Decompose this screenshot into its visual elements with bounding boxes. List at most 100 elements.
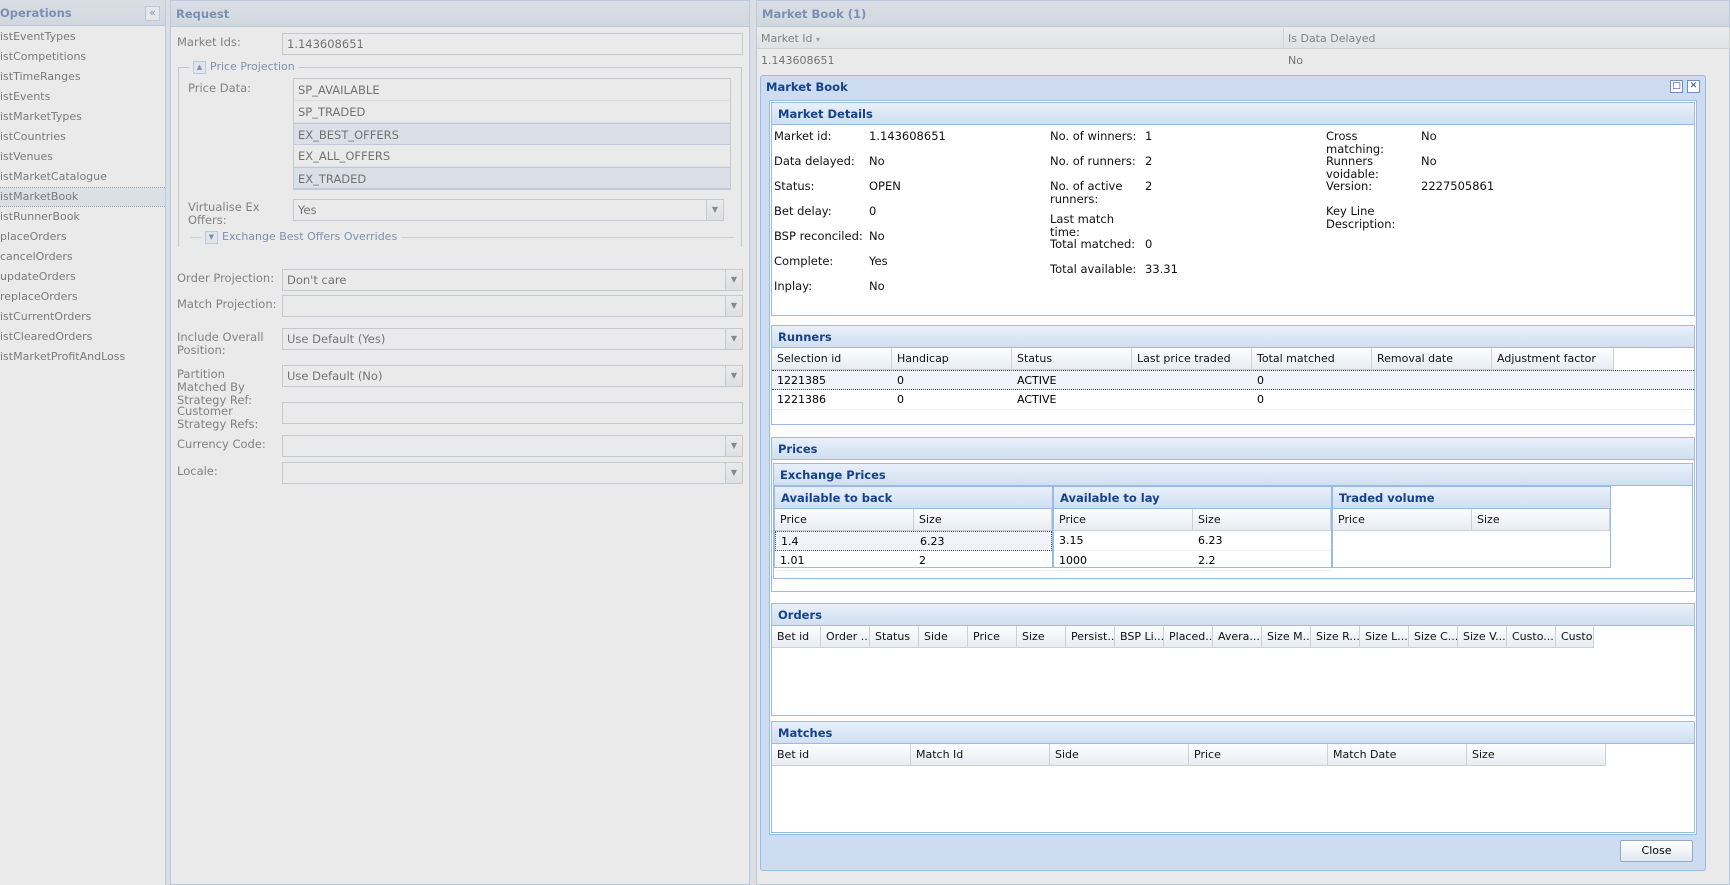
order-projection-combo[interactable]: Don't care ▼ <box>282 269 743 291</box>
currency-combo[interactable]: ▼ <box>282 435 743 457</box>
locale-combo[interactable]: ▼ <box>282 462 743 484</box>
price-projection-legend[interactable]: ▲ Price Projection <box>189 60 299 74</box>
column-header[interactable]: Custo... <box>1556 626 1594 648</box>
column-header[interactable]: Size R... <box>1311 626 1360 648</box>
operation-item[interactable]: cancelOrders <box>0 247 165 267</box>
column-header[interactable]: Match Date <box>1328 744 1467 766</box>
column-header[interactable]: Price <box>775 509 914 531</box>
market-book-row-market-id[interactable]: 1.143608651 <box>757 51 834 71</box>
column-header[interactable]: Handicap <box>892 348 1012 370</box>
column-header[interactable]: Selection id <box>772 348 892 370</box>
price-box-grid: Price Size <box>1333 509 1610 569</box>
column-header[interactable]: Avera... <box>1213 626 1262 648</box>
operation-item[interactable]: istEventTypes <box>0 27 165 47</box>
column-header[interactable]: Size C... <box>1409 626 1458 648</box>
collapse-toggle-icon[interactable]: ▲ <box>193 60 206 74</box>
column-header-market-id[interactable]: Market Id ▾ <box>757 28 1284 49</box>
column-header[interactable]: Price <box>1333 509 1472 531</box>
column-header[interactable]: Price <box>1189 744 1328 766</box>
column-header-is-data-delayed[interactable]: Is Data Delayed <box>1284 28 1730 49</box>
column-header[interactable]: BSP Li... <box>1115 626 1164 648</box>
runner-row[interactable]: 1221385 0 ACTIVE 0 <box>772 370 1694 390</box>
column-header[interactable]: Size <box>1193 509 1331 531</box>
collapse-icon[interactable]: « <box>145 6 160 21</box>
column-header[interactable]: Size <box>914 509 1052 531</box>
partition-combo[interactable]: Use Default (No) ▼ <box>282 365 743 387</box>
column-header[interactable]: Price <box>1054 509 1193 531</box>
price-row[interactable]: 3.15 6.23 <box>1054 531 1331 551</box>
column-header[interactable]: Match Id <box>911 744 1050 766</box>
column-header[interactable]: Adjustment factor <box>1492 348 1614 370</box>
column-header[interactable]: Price <box>968 626 1017 648</box>
column-header[interactable]: Bet id <box>772 626 821 648</box>
operation-item[interactable]: istCompetitions <box>0 47 165 67</box>
column-header[interactable]: Size <box>1467 744 1606 766</box>
column-header[interactable]: Order ... <box>821 626 870 648</box>
market-book-row-delayed[interactable]: No <box>1284 51 1303 71</box>
operation-item[interactable]: istCountries <box>0 127 165 147</box>
column-header[interactable]: Total matched <box>1252 348 1372 370</box>
price-row[interactable]: 1000 2.2 <box>1054 551 1331 571</box>
operation-item[interactable]: placeOrders <box>0 227 165 247</box>
column-header[interactable]: Bet id <box>772 744 911 766</box>
detail-label: BSP reconciled: <box>774 229 863 243</box>
maximize-icon[interactable]: □ <box>1670 80 1683 93</box>
operation-item[interactable]: istEvents <box>0 87 165 107</box>
price-row[interactable]: 1.01 2 <box>775 551 1052 571</box>
chevron-down-icon[interactable]: ▼ <box>706 200 723 220</box>
runner-row[interactable]: 1221386 0 ACTIVE 0 <box>772 390 1694 410</box>
operation-item[interactable]: istClearedOrders <box>0 327 165 347</box>
column-header[interactable]: Size V... <box>1458 626 1507 648</box>
column-header[interactable]: Placed... <box>1164 626 1213 648</box>
column-header[interactable]: Size M... <box>1262 626 1311 648</box>
virtualise-combo[interactable]: Yes ▼ <box>293 199 724 221</box>
price-data-option[interactable]: SP_AVAILABLE <box>294 79 730 101</box>
operation-item[interactable]: istRunnerBook <box>0 207 165 227</box>
include-overall-label: Include Overall Position: <box>177 330 264 357</box>
chevron-down-icon[interactable]: ▼ <box>725 463 742 483</box>
expand-toggle-icon[interactable]: ▼ <box>205 230 218 244</box>
match-projection-combo[interactable]: ▼ <box>282 295 743 317</box>
column-header[interactable]: Last price traded <box>1132 348 1252 370</box>
column-header[interactable]: Size <box>1472 509 1610 531</box>
operation-item[interactable]: istVenues <box>0 147 165 167</box>
price-box-traded: Traded volume Price Size <box>1332 486 1611 568</box>
operation-item[interactable]: istMarketBook <box>0 187 165 207</box>
column-header[interactable]: Persist... <box>1066 626 1115 648</box>
runner-cell <box>1132 389 1252 410</box>
column-header[interactable]: Removal date <box>1372 348 1492 370</box>
customer-strategy-input[interactable] <box>282 402 743 424</box>
operation-item[interactable]: updateOrders <box>0 267 165 287</box>
chevron-down-icon[interactable]: ▼ <box>725 270 742 290</box>
column-header[interactable]: Side <box>919 626 968 648</box>
price-row[interactable]: 1.4 6.23 <box>775 531 1052 551</box>
chevron-down-icon[interactable]: ▼ <box>725 366 742 386</box>
column-header[interactable]: Size <box>1017 626 1066 648</box>
close-button[interactable]: Close <box>1620 840 1693 862</box>
column-header[interactable]: Side <box>1050 744 1189 766</box>
column-header[interactable]: Custo... <box>1507 626 1556 648</box>
market-ids-input[interactable]: 1.143608651 <box>282 33 743 55</box>
include-overall-combo[interactable]: Use Default (Yes) ▼ <box>282 328 743 350</box>
include-overall-row: Include Overall Position: Use Default (Y… <box>177 328 743 357</box>
column-header[interactable]: Status <box>1012 348 1132 370</box>
price-data-option[interactable]: EX_ALL_OFFERS <box>294 145 730 167</box>
operation-item[interactable]: istCurrentOrders <box>0 307 165 327</box>
column-header[interactable]: Size L... <box>1360 626 1409 648</box>
price-data-option[interactable]: EX_BEST_OFFERS <box>294 123 730 145</box>
price-projection-fieldset: ▲ Price Projection Price Data: SP_AVAILAB… <box>178 60 742 247</box>
close-icon[interactable]: ✕ <box>1687 80 1700 93</box>
chevron-down-icon[interactable]: ▼ <box>725 329 742 349</box>
operation-item[interactable]: istMarketTypes <box>0 107 165 127</box>
price-data-option[interactable]: SP_TRADED <box>294 101 730 123</box>
operation-item[interactable]: replaceOrders <box>0 287 165 307</box>
operation-item[interactable]: istMarketProfitAndLoss <box>0 347 165 367</box>
chevron-down-icon[interactable]: ▼ <box>725 296 742 316</box>
operation-item[interactable]: istTimeRanges <box>0 67 165 87</box>
operation-item[interactable]: istMarketCatalogue <box>0 167 165 187</box>
price-data-option[interactable]: EX_TRADED <box>294 167 730 189</box>
chevron-down-icon[interactable]: ▼ <box>725 436 742 456</box>
column-header[interactable]: Status <box>870 626 919 648</box>
ebo-overrides-legend[interactable]: ▼ Exchange Best Offers Overrides <box>201 230 402 244</box>
dialog-titlebar[interactable]: Market Book □ ✕ <box>761 76 1705 98</box>
